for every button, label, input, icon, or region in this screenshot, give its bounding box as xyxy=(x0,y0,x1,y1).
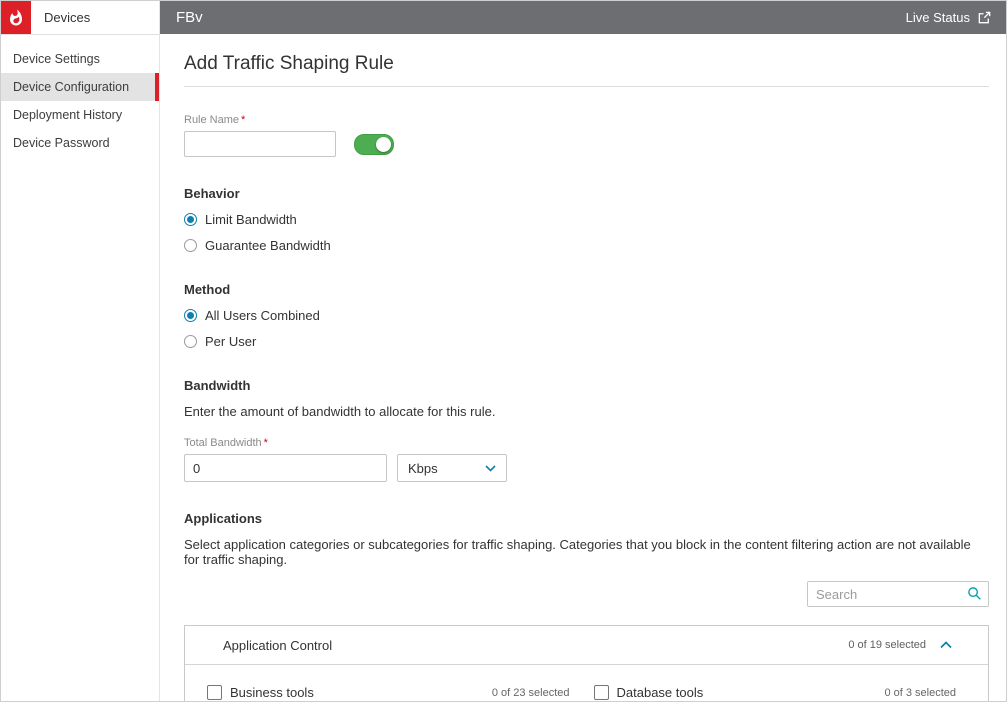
sidebar-item-device-settings[interactable]: Device Settings xyxy=(1,45,159,73)
total-bandwidth-input[interactable] xyxy=(184,454,387,482)
list-item-business-tools: Business tools 0 of 23 selected xyxy=(207,685,570,700)
live-status-label: Live Status xyxy=(905,10,970,25)
flame-icon xyxy=(10,9,22,25)
radio-icon xyxy=(184,239,197,252)
bandwidth-description: Enter the amount of bandwidth to allocat… xyxy=(184,404,496,419)
device-name: FBv xyxy=(176,9,203,26)
application-control-header[interactable]: Application Control 0 of 19 selected xyxy=(185,626,988,665)
toggle-knob xyxy=(376,136,391,152)
bandwidth-heading: Bandwidth xyxy=(184,378,251,393)
external-link-icon xyxy=(978,11,991,24)
behavior-section: Behavior Limit Bandwidth Guarantee Bandw… xyxy=(184,186,989,253)
sidebar-title: Devices xyxy=(44,10,91,25)
search-input[interactable] xyxy=(807,581,989,607)
group-selected-summary: 0 of 19 selected xyxy=(848,639,926,651)
radio-per-user[interactable]: Per User xyxy=(184,334,989,349)
rule-enable-toggle[interactable] xyxy=(354,133,394,155)
radio-icon xyxy=(184,335,197,348)
sidebar-item-label: Device Password xyxy=(13,136,110,150)
applications-section: Applications Select application categori… xyxy=(184,511,989,701)
bandwidth-section: Bandwidth Enter the amount of bandwidth … xyxy=(184,378,989,482)
live-status-link[interactable]: Live Status xyxy=(906,10,992,25)
radio-all-users-combined[interactable]: All Users Combined xyxy=(184,308,989,323)
application-control-panel: Application Control 0 of 19 selected Bus… xyxy=(184,625,989,701)
selected-unit: Kbps xyxy=(408,460,438,476)
application-list: Business tools 0 of 23 selected Database… xyxy=(185,665,988,701)
sidebar-item-label: Device Settings xyxy=(13,52,100,66)
checkbox[interactable] xyxy=(207,685,222,700)
method-section: Method All Users Combined Per User xyxy=(184,282,989,349)
total-bandwidth-row: Kbps xyxy=(184,454,989,482)
method-heading: Method xyxy=(184,282,231,297)
applications-description: Select application categories or subcate… xyxy=(184,537,971,567)
chevron-down-icon xyxy=(485,464,496,472)
app-window: Devices Device Settings Device Configura… xyxy=(0,0,1007,702)
rule-name-label: Rule Name * xyxy=(184,114,246,126)
sidebar-item-label: Device Configuration xyxy=(13,80,130,94)
sidebar: Devices Device Settings Device Configura… xyxy=(1,1,160,701)
required-marker: * xyxy=(241,114,246,126)
sidebar-header: Devices xyxy=(1,1,159,35)
sidebar-item-label: Deployment History xyxy=(13,108,123,122)
required-marker: * xyxy=(263,437,268,449)
total-bandwidth-label: Total Bandwidth * xyxy=(184,437,268,449)
sidebar-nav: Device Settings Device Configuration Dep… xyxy=(1,35,159,157)
search-icon[interactable] xyxy=(967,586,982,601)
rule-name-row xyxy=(184,131,989,157)
watchguard-logo[interactable] xyxy=(1,1,31,34)
behavior-heading: Behavior xyxy=(184,186,240,201)
search-row xyxy=(184,581,989,607)
applications-heading: Applications xyxy=(184,511,263,526)
top-bar: FBv Live Status xyxy=(160,1,1006,34)
list-item-database-tools: Database tools 0 of 3 selected xyxy=(593,685,956,700)
sidebar-item-device-password[interactable]: Device Password xyxy=(1,129,159,157)
main-area: FBv Live Status Add Traffic Shaping Rule… xyxy=(160,1,1006,701)
group-title: Application Control xyxy=(223,637,333,653)
title-divider xyxy=(184,86,989,87)
page-content: Add Traffic Shaping Rule Rule Name * Beha… xyxy=(160,34,1006,701)
chevron-up-icon[interactable] xyxy=(940,641,952,649)
radio-guarantee-bandwidth[interactable]: Guarantee Bandwidth xyxy=(184,238,989,253)
radio-limit-bandwidth[interactable]: Limit Bandwidth xyxy=(184,212,989,227)
page-title: Add Traffic Shaping Rule xyxy=(184,53,394,74)
radio-icon xyxy=(184,309,197,322)
search-box xyxy=(807,581,989,607)
sidebar-item-device-configuration[interactable]: Device Configuration xyxy=(1,73,159,101)
bandwidth-unit-select[interactable]: Kbps xyxy=(397,454,507,482)
checkbox[interactable] xyxy=(593,685,609,700)
radio-icon xyxy=(184,213,197,226)
sidebar-item-deployment-history[interactable]: Deployment History xyxy=(1,101,159,129)
rule-name-input[interactable] xyxy=(184,131,336,157)
